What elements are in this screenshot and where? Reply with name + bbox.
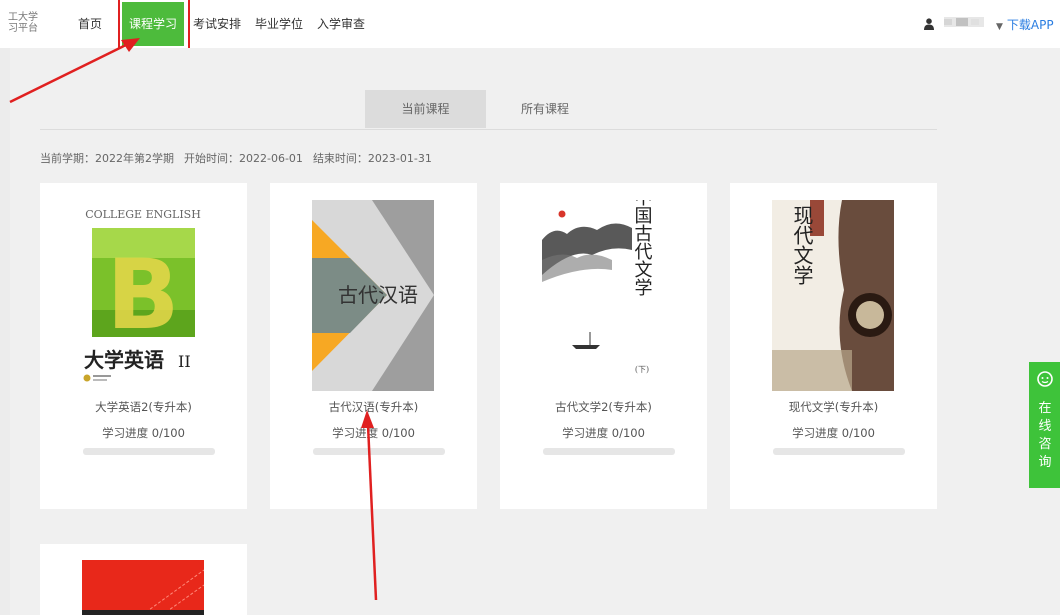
cover-bottom-text: 大学英语 (84, 348, 164, 372)
course-progress-bar (83, 448, 215, 455)
cover-sub-text: (下) (635, 365, 649, 374)
cover-vertical-title: 中国古代文学 (632, 200, 653, 296)
cover-vertical-text: 现代文学 (790, 205, 814, 285)
download-app-label: 下载APP (1006, 18, 1054, 32)
nav-admission-review[interactable]: 入学审查 (317, 0, 365, 48)
user-name-blurred[interactable] (944, 17, 984, 27)
course-progress-text: 学习进度 0/100 (102, 426, 185, 440)
partial-cover-art (82, 560, 204, 615)
course-title[interactable]: 古代文学2(专升本) (500, 399, 707, 415)
online-consult-label: 在线咨询 (1038, 401, 1052, 470)
cover-top-text: COLLEGE ENGLISH (85, 208, 201, 221)
term-info: 当前学期：2022年第2学期 开始时间：2022-06-01 结束时间：2023-0… (40, 150, 442, 166)
term-start: 开始时间：2022-06-01 (184, 152, 303, 165)
chat-icon (1029, 370, 1060, 392)
caret-down-icon: ▼ (996, 22, 1003, 32)
online-consult-button[interactable]: 在线咨询 (1029, 362, 1060, 488)
tabs-divider (40, 129, 937, 130)
cover-vertical-text: 中国古代文学 (632, 200, 653, 296)
course-title[interactable]: 大学英语2(专升本) (40, 399, 247, 415)
course-cover-ancient-literature[interactable]: 中国古代文学 (下) (542, 200, 664, 391)
cover-title-text: 古代汉语 (338, 283, 418, 307)
course-card-modern-literature[interactable]: 现代文学 现代文学(专升本) 学习进度 0/100 (730, 183, 937, 509)
cover-roman: II (178, 352, 191, 371)
user-icon[interactable] (924, 18, 934, 30)
nav-graduation-degree[interactable]: 毕业学位 (255, 0, 303, 48)
course-progress-text: 学习进度 0/100 (562, 426, 645, 440)
cover-big-letter: B (106, 239, 179, 351)
course-cover-modern-literature[interactable]: 现代文学 (772, 200, 894, 391)
course-progress-bar (773, 448, 905, 455)
logo-line1: 工大学 (8, 12, 38, 23)
annotation-highlight-box (118, 0, 190, 55)
term-end: 结束时间：2023-01-31 (312, 152, 432, 165)
modern-literature-cover-art: 现代文学 (772, 200, 894, 391)
term-semester: 当前学期：2022年第2学期 (40, 152, 174, 165)
tab-current-courses[interactable]: 当前课程 (365, 90, 486, 128)
nav-exam-schedule[interactable]: 考试安排 (193, 0, 241, 48)
download-app-link[interactable]: ▼ 下载APP (996, 16, 1054, 33)
course-card-ancient-chinese[interactable]: 古代汉语 古代汉语(专升本) 学习进度 0/100 (270, 183, 477, 509)
course-cover-college-english[interactable]: COLLEGE ENGLISH B 大学英语 II (82, 200, 204, 391)
course-cover-ancient-chinese[interactable]: 古代汉语 (312, 200, 434, 391)
course-progress-text: 学习进度 0/100 (792, 426, 875, 440)
course-title[interactable]: 古代汉语(专升本) (270, 399, 477, 415)
course-card-ancient-literature[interactable]: 中国古代文学 (下) 古代文学2(专升本) 学习进度 0/100 (500, 183, 707, 509)
course-progress-bar (543, 448, 675, 455)
tab-all-courses[interactable]: 所有课程 (486, 90, 604, 128)
nav-home[interactable]: 首页 (78, 0, 102, 48)
site-logo[interactable]: 工大学 习平台 (8, 12, 38, 34)
ancient-chinese-cover-art: 古代汉语 (312, 200, 434, 391)
course-cover-partial[interactable] (82, 560, 204, 615)
course-card-college-english[interactable]: COLLEGE ENGLISH B 大学英语 II 大学英语2(专升本) 学习进… (40, 183, 247, 509)
college-english-cover-art: COLLEGE ENGLISH B 大学英语 II (83, 208, 201, 382)
course-title[interactable]: 现代文学(专升本) (730, 399, 937, 415)
course-progress-bar (313, 448, 445, 455)
ancient-literature-cover-art: 中国古代文学 (下) (542, 200, 653, 374)
course-card-partial[interactable] (40, 544, 247, 615)
course-progress-text: 学习进度 0/100 (332, 426, 415, 440)
blurred-name-shape (944, 18, 979, 26)
logo-line2: 习平台 (8, 23, 38, 34)
